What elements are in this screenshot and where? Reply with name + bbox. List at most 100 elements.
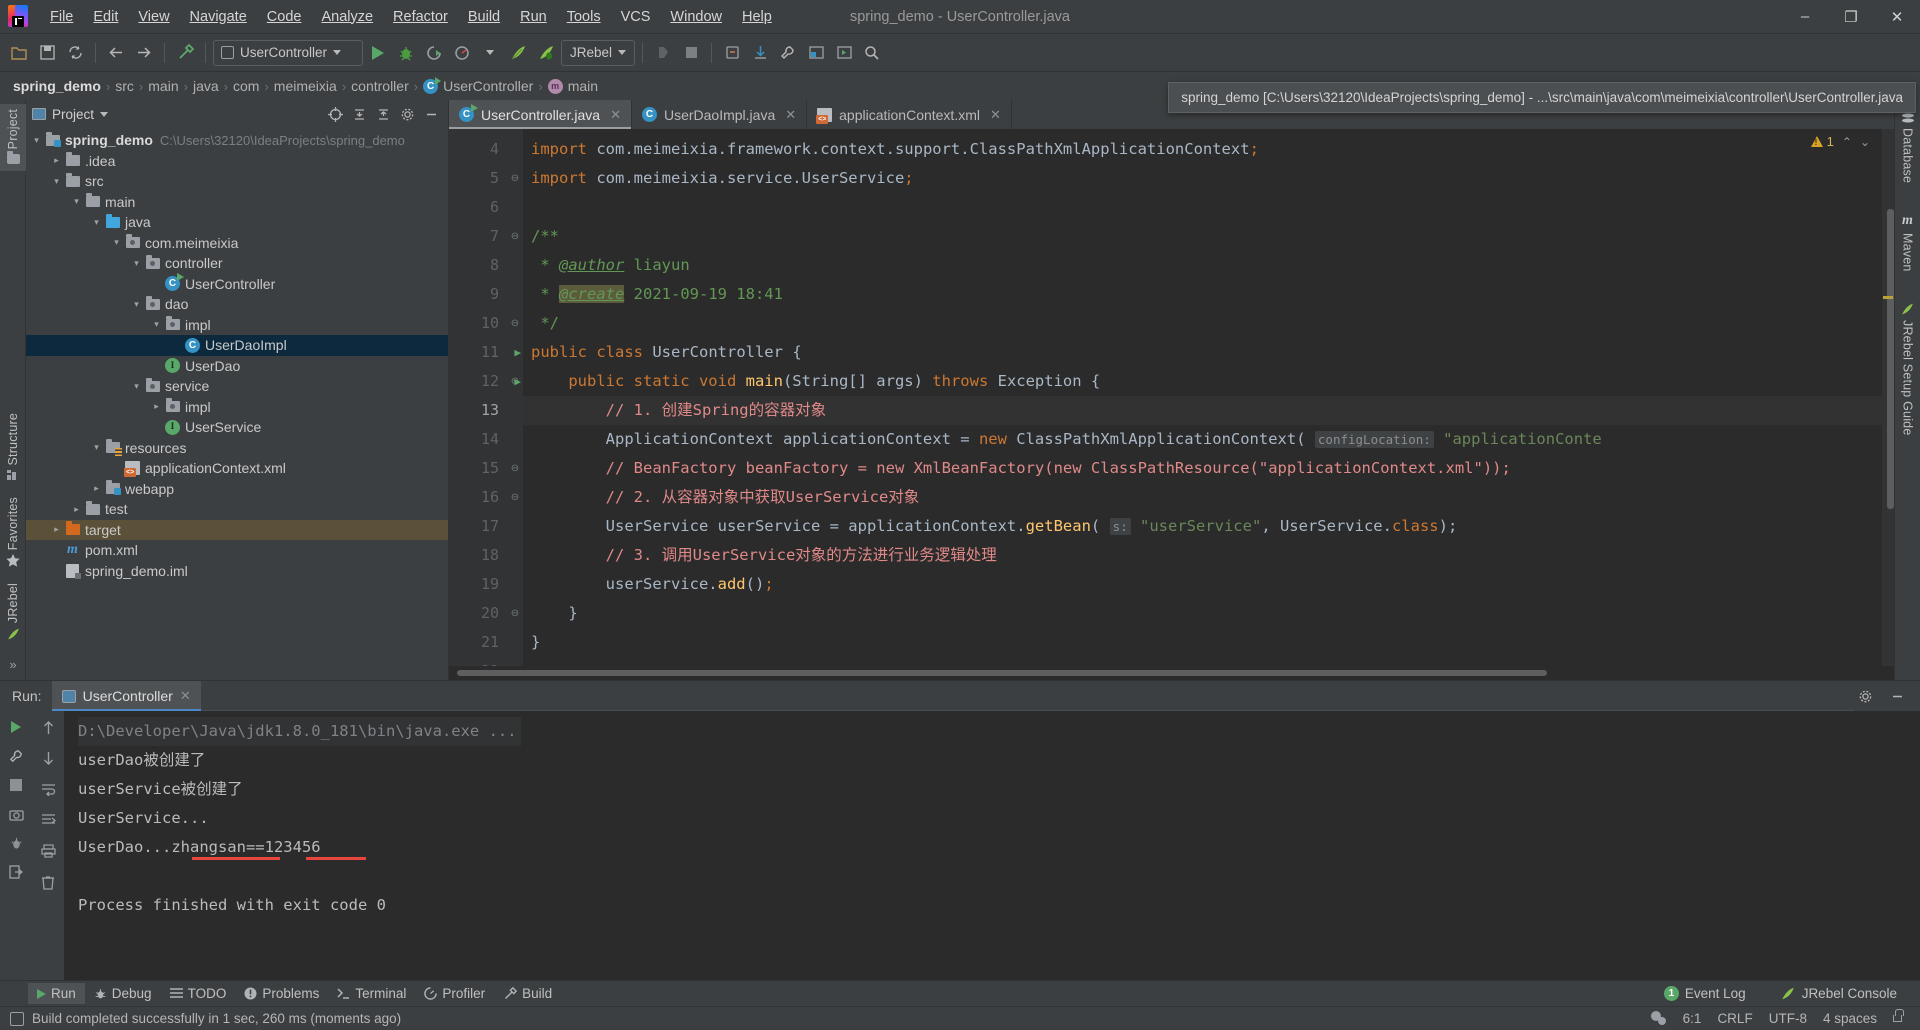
- breadcrumb-item-meimeixia[interactable]: meimeixia: [271, 78, 340, 94]
- menu-run[interactable]: Run: [510, 0, 557, 33]
- tree-row-impl[interactable]: impl: [26, 315, 448, 336]
- close-icon[interactable]: ✕: [990, 107, 1001, 123]
- run-button[interactable]: [365, 40, 391, 66]
- tree-row-target[interactable]: target: [26, 519, 448, 540]
- breadcrumb-item-com[interactable]: com: [230, 78, 262, 94]
- hide-panel-icon[interactable]: [420, 103, 442, 125]
- line-separator[interactable]: CRLF: [1717, 1011, 1752, 1026]
- tree-row-src[interactable]: src: [26, 171, 448, 192]
- tree-row-com-meimeixia[interactable]: com.meimeixia: [26, 233, 448, 254]
- clear-all-icon[interactable]: [37, 872, 59, 892]
- rerun-icon[interactable]: [5, 717, 27, 737]
- fold-marker[interactable]: ⊖: [507, 309, 523, 338]
- editor-fold-column[interactable]: ⊖ ⊖ ⊖ ⊖ ⊖ ⊖ ⊖: [507, 129, 523, 666]
- run-console-output[interactable]: D:\Developer\Java\jdk1.8.0_181\bin\java.…: [64, 711, 1920, 980]
- menu-navigate[interactable]: Navigate: [180, 0, 257, 33]
- collapse-all-icon[interactable]: [348, 103, 370, 125]
- fold-marker[interactable]: [507, 570, 523, 599]
- sidebar-item-project[interactable]: Project: [0, 104, 26, 172]
- tree-expand-arrow[interactable]: [29, 135, 44, 146]
- close-button[interactable]: ✕: [1874, 0, 1920, 33]
- tree-row-userdaoimpl[interactable]: C UserDaoImpl: [26, 335, 448, 356]
- tree-row-dao[interactable]: dao: [26, 294, 448, 315]
- menu-refactor[interactable]: Refactor: [383, 0, 458, 33]
- open-folder-icon[interactable]: [6, 40, 32, 66]
- close-icon[interactable]: ✕: [180, 688, 191, 704]
- breadcrumb-item-java[interactable]: java: [190, 78, 222, 94]
- tree-row-spring-demo[interactable]: spring_demo C:\Users\32120\IdeaProjects\s…: [26, 130, 448, 151]
- editor-code-content[interactable]: import com.meimeixia.framework.context.s…: [523, 129, 1882, 666]
- tree-expand-arrow[interactable]: [149, 319, 164, 330]
- left-rail-more-button[interactable]: »: [9, 657, 16, 672]
- editor-marker-bar[interactable]: [1882, 129, 1894, 666]
- tool-window-debug[interactable]: Debug: [85, 983, 161, 1004]
- build-hammer-icon[interactable]: [172, 40, 198, 66]
- scroll-down-icon[interactable]: [37, 748, 59, 768]
- file-encoding[interactable]: UTF-8: [1769, 1011, 1807, 1026]
- tool-window-problems[interactable]: Problems: [235, 983, 328, 1004]
- debug-rerun-icon[interactable]: [5, 833, 27, 853]
- fold-marker[interactable]: ⊖: [507, 599, 523, 628]
- tree-expand-arrow[interactable]: [129, 299, 144, 310]
- warning-indicator[interactable]: 1: [1810, 134, 1834, 149]
- fold-marker[interactable]: [507, 628, 523, 657]
- menu-help[interactable]: Help: [732, 0, 782, 33]
- menu-vcs[interactable]: VCS: [611, 0, 661, 33]
- tree-expand-arrow[interactable]: [89, 217, 104, 228]
- tree-row-userservice[interactable]: I UserService: [26, 417, 448, 438]
- tree-row-applicationcontext-xml[interactable]: applicationContext.xml: [26, 458, 448, 479]
- settings-wrench-icon[interactable]: [775, 40, 801, 66]
- event-log-button[interactable]: 1 Event Log: [1655, 983, 1755, 1004]
- gutter-run-icon[interactable]: ▶: [514, 338, 521, 367]
- tool-window-terminal[interactable]: Terminal: [328, 983, 415, 1004]
- project-tree[interactable]: spring_demo C:\Users\32120\IdeaProjects\s…: [26, 128, 448, 680]
- minimize-button[interactable]: –: [1782, 0, 1828, 33]
- editor-tab-userdaoimpl-java[interactable]: C UserDaoImpl.java ✕: [632, 100, 808, 129]
- search-icon[interactable]: [859, 40, 885, 66]
- sidebar-item-jrebel[interactable]: JRebel: [6, 583, 21, 641]
- tree-expand-arrow[interactable]: [49, 155, 64, 166]
- tool-window-run[interactable]: Run: [28, 983, 85, 1004]
- expand-all-icon[interactable]: [372, 103, 394, 125]
- tree-expand-arrow[interactable]: [49, 176, 64, 187]
- debug-button[interactable]: [393, 40, 419, 66]
- editor-tab-applicationcontext-xml[interactable]: applicationContext.xml ✕: [807, 100, 1012, 129]
- editor-tab-usercontroller-java[interactable]: C UserController.java ✕: [449, 100, 632, 129]
- tree-expand-arrow[interactable]: [129, 258, 144, 269]
- download-icon[interactable]: [747, 40, 773, 66]
- menu-view[interactable]: View: [128, 0, 179, 33]
- tree-row-resources[interactable]: resources: [26, 438, 448, 459]
- tree-row-usercontroller[interactable]: C UserController: [26, 273, 448, 295]
- preview-icon[interactable]: [831, 40, 857, 66]
- sidebar-item-structure[interactable]: Structure: [6, 413, 20, 481]
- stop-icon-run[interactable]: [5, 775, 27, 795]
- close-icon[interactable]: ✕: [610, 107, 621, 123]
- tree-expand-arrow[interactable]: [89, 483, 104, 494]
- breadcrumb-item-main-method[interactable]: m main: [545, 78, 601, 94]
- scroll-to-end-icon[interactable]: [37, 810, 59, 830]
- fold-marker[interactable]: ⊖: [507, 483, 523, 512]
- settings-gear-icon-run[interactable]: [1854, 686, 1876, 706]
- tree-row--idea[interactable]: .idea: [26, 151, 448, 172]
- tree-row-java[interactable]: java: [26, 212, 448, 233]
- sidebar-item-favorites[interactable]: Favorites: [6, 497, 20, 567]
- tree-row-webapp[interactable]: webapp: [26, 479, 448, 500]
- close-icon[interactable]: ✕: [785, 107, 796, 123]
- tree-expand-arrow[interactable]: [149, 401, 164, 412]
- tree-row-userdao[interactable]: I UserDao: [26, 356, 448, 377]
- sidebar-item-jrebel-setup[interactable]: JRebel Setup Guide: [1900, 302, 1915, 435]
- breadcrumb-item-usercontroller[interactable]: C UserController: [420, 76, 536, 94]
- run-with-coverage-icon[interactable]: [421, 40, 447, 66]
- warning-marker-tick[interactable]: [1883, 296, 1893, 299]
- tree-expand-arrow[interactable]: [69, 196, 84, 207]
- menu-window[interactable]: Window: [660, 0, 732, 33]
- print-icon[interactable]: [37, 841, 59, 861]
- tree-expand-arrow[interactable]: [109, 237, 124, 248]
- fold-marker[interactable]: ⊖: [507, 454, 523, 483]
- menu-code[interactable]: Code: [257, 0, 312, 33]
- editor-vertical-scrollbar[interactable]: [1887, 209, 1894, 509]
- back-arrow-icon[interactable]: [103, 40, 129, 66]
- maximize-button[interactable]: ❐: [1828, 0, 1874, 33]
- structure-icon[interactable]: [803, 40, 829, 66]
- export-icon[interactable]: [5, 862, 27, 882]
